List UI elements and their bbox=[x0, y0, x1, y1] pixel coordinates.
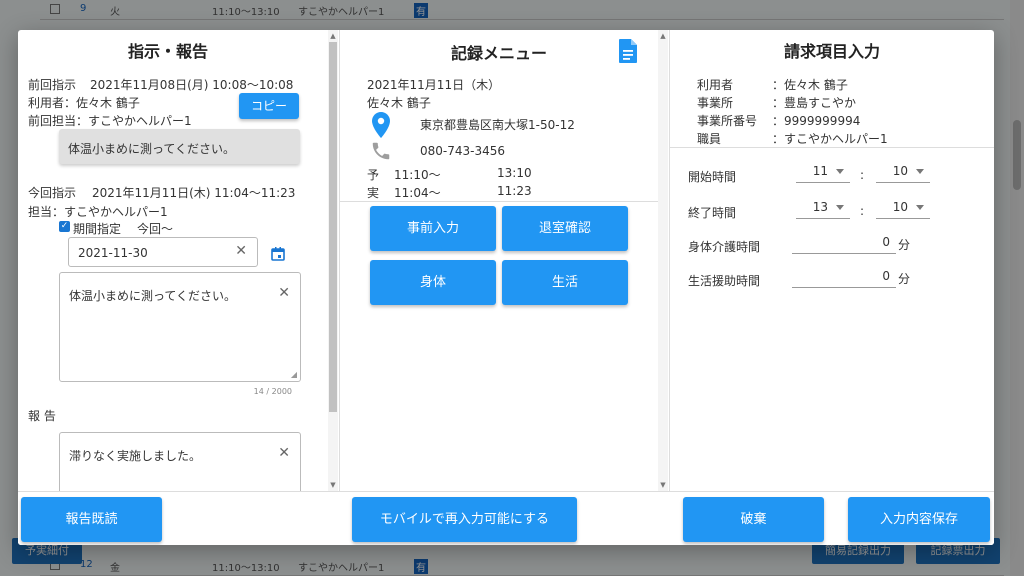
info-value-office: ：豊島すこやか bbox=[772, 96, 857, 110]
prev-instruction-label: 前回指示 bbox=[28, 78, 77, 92]
prev-instruction-date: 2021年11月08日(月) 10:08〜10:08 bbox=[90, 78, 294, 92]
period-checkbox[interactable]: ✓ bbox=[59, 221, 70, 232]
mobile-reinput-button[interactable]: モバイルで再入力可能にする bbox=[352, 497, 577, 542]
body-care-button[interactable]: 身体 bbox=[370, 260, 496, 305]
prev-instruction-box: 体温小まめに測ってください。 bbox=[59, 129, 300, 164]
dialog-footer: 報告既読 モバイルで再入力可能にする 破棄 入力内容保存 bbox=[18, 491, 994, 545]
body-care-time-input[interactable]: 0 bbox=[792, 232, 896, 254]
billing-input-title: 請求項目入力 bbox=[783, 42, 880, 61]
scroll-up-icon[interactable]: ▲ bbox=[658, 32, 668, 40]
plan-start: 11:10〜 bbox=[394, 168, 441, 182]
scroll-down-icon[interactable]: ▼ bbox=[658, 481, 668, 489]
end-minute-select[interactable]: 10 bbox=[876, 197, 930, 219]
info-label-user: 利用者 bbox=[697, 78, 734, 92]
end-hour-value: 13 bbox=[812, 200, 828, 214]
resize-handle-icon[interactable]: ◢ bbox=[291, 370, 297, 379]
life-support-button[interactable]: 生活 bbox=[502, 260, 628, 305]
phone-icon[interactable] bbox=[370, 140, 392, 162]
location-pin-icon bbox=[372, 112, 390, 138]
time-colon: : bbox=[860, 204, 865, 218]
user-line: 利用者：佐々木 鶴子 bbox=[28, 96, 140, 110]
report-textarea[interactable]: 滞りなく実施しました。 ✕ bbox=[59, 432, 301, 491]
record-dialog: 指示・報告 前回指示 2021年11月08日(月) 10:08〜10:08 利用… bbox=[18, 30, 994, 545]
pre-input-button[interactable]: 事前入力 bbox=[370, 206, 496, 251]
clear-date-icon[interactable]: ✕ bbox=[235, 243, 247, 259]
start-hour-select[interactable]: 11 bbox=[796, 161, 850, 183]
body-care-time-label: 身体介護時間 bbox=[688, 240, 761, 254]
info-value-user: ：佐々木 鶴子 bbox=[772, 78, 848, 92]
body-care-time-value: 0 bbox=[882, 235, 890, 249]
minute-unit: 分 bbox=[898, 238, 911, 252]
report-label: 報 告 bbox=[28, 409, 56, 423]
client-phone: 080-743-3456 bbox=[420, 144, 506, 158]
scroll-down-icon[interactable]: ▼ bbox=[328, 481, 338, 489]
current-instruction-label: 今回指示 bbox=[28, 186, 77, 200]
end-hour-select[interactable]: 13 bbox=[796, 197, 850, 219]
start-time-label: 開始時間 bbox=[688, 170, 737, 184]
instruction-report-panel: 指示・報告 前回指示 2021年11月08日(月) 10:08〜10:08 利用… bbox=[18, 30, 340, 491]
life-support-time-input[interactable]: 0 bbox=[792, 266, 896, 288]
record-menu-panel: 記録メニュー 2021年11月11日（木） 佐々木 鶴子 東京都豊島区南大塚1-… bbox=[340, 30, 670, 491]
info-value-office-no: ：9999999994 bbox=[772, 114, 861, 128]
period-date-field[interactable]: 2021-11-30 ✕ bbox=[68, 237, 258, 267]
start-minute-value: 10 bbox=[892, 164, 908, 178]
chevron-down-icon bbox=[836, 205, 844, 210]
life-support-time-value: 0 bbox=[882, 269, 890, 283]
end-time-label: 終了時間 bbox=[688, 206, 737, 220]
visit-date: 2021年11月11日（木） bbox=[367, 78, 501, 92]
divider bbox=[670, 147, 994, 148]
info-value-staff: ：すこやかヘルパー1 bbox=[772, 132, 888, 146]
save-button[interactable]: 入力内容保存 bbox=[848, 497, 990, 542]
left-panel-scrollbar[interactable]: ▲ ▼ bbox=[328, 30, 338, 491]
period-checkbox-label: 期間指定 bbox=[73, 222, 122, 236]
period-date-value: 2021-11-30 bbox=[78, 246, 148, 260]
client-address: 東京都豊島区南大塚1-50-12 bbox=[420, 118, 575, 132]
chevron-down-icon bbox=[916, 169, 924, 174]
start-minute-select[interactable]: 10 bbox=[876, 161, 930, 183]
current-instruction-date: 2021年11月11日(木) 11:04〜11:23 bbox=[92, 186, 296, 200]
life-support-time-label: 生活援助時間 bbox=[688, 274, 761, 288]
report-read-button[interactable]: 報告既読 bbox=[21, 497, 162, 542]
info-label-staff: 職員 bbox=[697, 132, 722, 146]
instruction-text: 体温小まめに測ってください。 bbox=[69, 289, 237, 303]
clear-report-icon[interactable]: ✕ bbox=[278, 445, 290, 461]
chevron-down-icon bbox=[916, 205, 924, 210]
divider bbox=[340, 201, 658, 202]
report-text: 滞りなく実施しました。 bbox=[69, 449, 202, 463]
minute-unit: 分 bbox=[898, 272, 911, 286]
time-colon: : bbox=[860, 168, 865, 182]
middle-panel-scrollbar[interactable]: ▲ ▼ bbox=[658, 30, 668, 491]
record-menu-title: 記録メニュー bbox=[450, 44, 547, 63]
chevron-down-icon bbox=[836, 169, 844, 174]
actual-label: 実 bbox=[367, 186, 380, 200]
calendar-icon[interactable] bbox=[271, 247, 285, 261]
billing-input-panel: 請求項目入力 利用者 ：佐々木 鶴子 事業所 ：豊島すこやか 事業所番号 ：99… bbox=[670, 30, 994, 491]
info-label-office-no: 事業所番号 bbox=[697, 114, 758, 128]
plan-end: 13:10 bbox=[497, 166, 532, 180]
char-count: 14 / 2000 bbox=[253, 387, 292, 396]
scroll-up-icon[interactable]: ▲ bbox=[328, 32, 338, 40]
discard-button[interactable]: 破棄 bbox=[683, 497, 824, 542]
instruction-textarea[interactable]: 体温小まめに測ってください。 ✕ ◢ bbox=[59, 272, 301, 382]
client-name: 佐々木 鶴子 bbox=[367, 96, 431, 110]
exit-check-button[interactable]: 退室確認 bbox=[502, 206, 628, 251]
instruction-report-title: 指示・報告 bbox=[127, 42, 208, 61]
plan-label: 予 bbox=[367, 168, 380, 182]
period-suffix: 今回〜 bbox=[137, 222, 174, 236]
actual-start: 11:04〜 bbox=[394, 186, 441, 200]
document-icon[interactable] bbox=[617, 38, 639, 64]
start-hour-value: 11 bbox=[812, 164, 828, 178]
clear-instruction-icon[interactable]: ✕ bbox=[278, 285, 290, 301]
end-minute-value: 10 bbox=[892, 200, 908, 214]
prev-staff-line: 前回担当：すこやかヘルパー1 bbox=[28, 114, 192, 128]
info-label-office: 事業所 bbox=[697, 96, 734, 110]
staff-line: 担当：すこやかヘルパー1 bbox=[28, 205, 168, 219]
prev-instruction-text: 体温小まめに測ってください。 bbox=[68, 142, 236, 156]
actual-end: 11:23 bbox=[497, 184, 532, 198]
copy-button[interactable]: コピー bbox=[239, 93, 299, 119]
left-panel-scroll-thumb[interactable] bbox=[329, 42, 337, 412]
